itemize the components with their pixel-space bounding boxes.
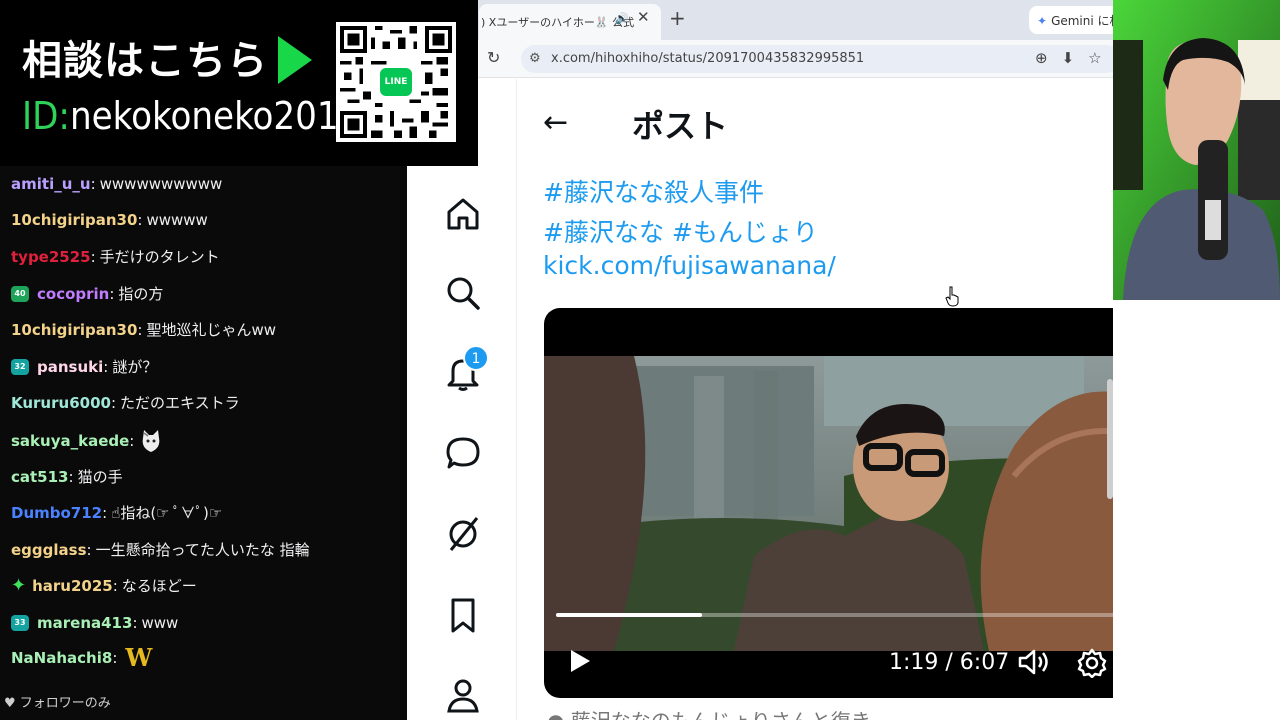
reload-icon[interactable]: ↻ (487, 48, 500, 67)
chat-message: amiti_u_u: wwwwwwwwww (11, 174, 223, 194)
chat-message: 10chigiripan30: wwwww (11, 210, 208, 230)
follower-only-mode: ♥ フォロワーのみ (4, 696, 111, 711)
next-post-line: ● 藤沢ななのもんじょりさんと復き (547, 705, 871, 720)
chat-text: 手だけのタレント (99, 248, 220, 266)
tab-gemini[interactable]: ✦Gemini に相 (1029, 6, 1113, 34)
chat-username[interactable]: amiti_u_u (11, 174, 91, 194)
progress-fill (556, 613, 702, 617)
messages-icon[interactable] (443, 433, 483, 473)
home-icon[interactable] (443, 194, 483, 234)
chat-text: 聖地巡礼じゃんww (146, 321, 277, 339)
chat-text: wwwww (146, 211, 208, 229)
qr-code: LINE (336, 22, 456, 142)
chat-message: NaNahachi8: W (11, 643, 153, 672)
notification-count-badge: 1 (463, 345, 489, 371)
chat-username[interactable]: 10chigiripan30 (11, 210, 137, 230)
sparkle-badge-icon: ✦ (11, 575, 27, 596)
chat-username[interactable]: haru2025 (32, 576, 113, 596)
chat-message: 32 pansuki: 謎が？ (11, 357, 157, 377)
chat-text: wwwwwwwwww (99, 175, 223, 193)
sub-badge-icon: 33 (11, 615, 29, 631)
chat-message: 40 cocoprin: 指の方 (11, 284, 163, 304)
grok-icon[interactable] (443, 514, 483, 554)
chat-message: sakuya_kaede: (11, 428, 162, 454)
chat-username[interactable]: eggglass (11, 540, 87, 560)
close-tab-icon[interactable]: ✕ (637, 8, 650, 26)
chat-username[interactable]: marena413 (37, 613, 132, 633)
new-tab-icon[interactable]: + (669, 6, 686, 30)
post-hashtag-line[interactable]: #藤沢なな殺人事件 (543, 173, 764, 209)
chat-message: Kururu6000: ただのエキストラ (11, 393, 240, 413)
webcam-feed (1113, 0, 1280, 300)
sub-badge-icon: 40 (11, 286, 29, 302)
chat-username[interactable]: Kururu6000 (11, 393, 111, 413)
right-margin (1113, 300, 1280, 720)
w-emote-icon: W (125, 643, 153, 672)
chat-username[interactable]: Dumbo712 (11, 503, 102, 523)
video-frame (544, 356, 1113, 651)
chat-username[interactable]: cat513 (11, 467, 69, 487)
chat-text: 猫の手 (77, 468, 123, 486)
omnibox-action-icons[interactable]: ⊕⬇☆ (1035, 49, 1113, 67)
back-button[interactable]: ← (543, 105, 568, 140)
sidebar-divider (516, 79, 517, 720)
chat-text: 謎が？ (112, 358, 158, 376)
chat-username[interactable]: type2525 (11, 247, 91, 267)
speaker-icon[interactable]: 🔊 (615, 12, 629, 25)
sub-badge-icon: 32 (11, 359, 29, 375)
line-logo-icon: LINE (378, 66, 414, 98)
gemini-star-icon: ✦ (1037, 14, 1048, 28)
progress-bar[interactable] (556, 613, 1113, 617)
chat-message: type2525: 手だけのタレント (11, 247, 220, 267)
id-value: nekokoneko2018 (69, 94, 361, 138)
chat-message: eggglass: 一生懸命拾ってた人いたな 指輪 (11, 540, 310, 560)
tab-strip: ) Xユーザーのハイホー🐰 公式 🔊 ✕ + ✦Gemini に相 (407, 0, 1113, 40)
chat-username[interactable]: pansuki (37, 357, 103, 377)
line-id: ID:nekokoneko2018 (22, 94, 360, 138)
hand-cursor-icon (945, 286, 959, 307)
tab-title: Gemini に相 (1051, 14, 1113, 28)
site-settings-icon[interactable]: ⚙ (529, 51, 541, 66)
id-key: ID: (22, 94, 70, 138)
page-title: ポスト (632, 107, 729, 145)
url-text: x.com/hihoxhiho/status/20917004358329958… (551, 51, 865, 66)
chat-text: なるほどー (121, 577, 197, 595)
volume-icon[interactable] (1018, 648, 1052, 676)
chat-text: 指の方 (118, 285, 164, 303)
chat-message: 10chigiripan30: 聖地巡礼じゃんww (11, 320, 277, 340)
chat-message: Dumbo712: ☝指ね(☞ ﾟ∀ﾟ)☞ (11, 503, 223, 523)
screen: 相談はこちら ID:nekokoneko2018 LINE amiti_u_u … (0, 0, 1280, 720)
play-triangle-icon (278, 36, 312, 84)
address-bar[interactable]: ⚙ x.com/hihoxhiho/status/209170043583299… (521, 45, 1113, 73)
banner-title: 相談はこちら (22, 38, 268, 84)
chat-text: 一生懸命拾ってた人いたな 指輪 (95, 541, 310, 559)
browser-window: ) Xユーザーのハイホー🐰 公式 🔊 ✕ + ✦Gemini に相 ↻ ⚙ x.… (407, 0, 1113, 720)
bookmark-icon[interactable] (443, 595, 483, 635)
chat-username[interactable]: 10chigiripan30 (11, 320, 137, 340)
cat-emote-icon (143, 430, 160, 452)
chat-text: ただのエキストラ (120, 394, 240, 412)
chat-username[interactable]: cocoprin (37, 284, 109, 304)
consult-banner: 相談はこちら ID:nekokoneko2018 LINE (0, 0, 478, 166)
chat-message: cat513: 猫の手 (11, 467, 123, 487)
chat-username[interactable]: NaNahachi8 (11, 648, 112, 668)
x-post-page: 1 ← ポスト #藤沢なな殺人事件 #藤沢なな #もんじょり kick.com/… (407, 79, 1113, 720)
profile-icon[interactable] (443, 675, 483, 715)
chat-message: 33 marena413: www (11, 613, 178, 633)
chat-text: www (141, 614, 179, 632)
tab-x-post[interactable]: ) Xユーザーのハイホー🐰 公式 (479, 4, 661, 40)
settings-gear-icon[interactable] (1077, 648, 1107, 678)
chat-text: ☝指ね(☞ ﾟ∀ﾟ)☞ (111, 504, 223, 522)
time-display: 1:19 / 6:07 (889, 650, 1010, 675)
play-button-icon[interactable] (568, 648, 592, 674)
post-link[interactable]: kick.com/fujisawanana/ (543, 251, 836, 280)
chat-username[interactable]: sakuya_kaede (11, 431, 129, 451)
post-hashtag-line[interactable]: #藤沢なな #もんじょり (543, 213, 818, 249)
search-icon[interactable] (443, 273, 483, 313)
nav-bar: ↻ ⚙ x.com/hihoxhiho/status/2091700435832… (407, 40, 1113, 78)
video-player[interactable]: 1:19 / 6:07 (544, 308, 1113, 698)
tab-title: ) Xユーザーのハイホー🐰 公式 (481, 16, 635, 29)
chat-message: ✦ haru2025: なるほどー (11, 575, 197, 596)
